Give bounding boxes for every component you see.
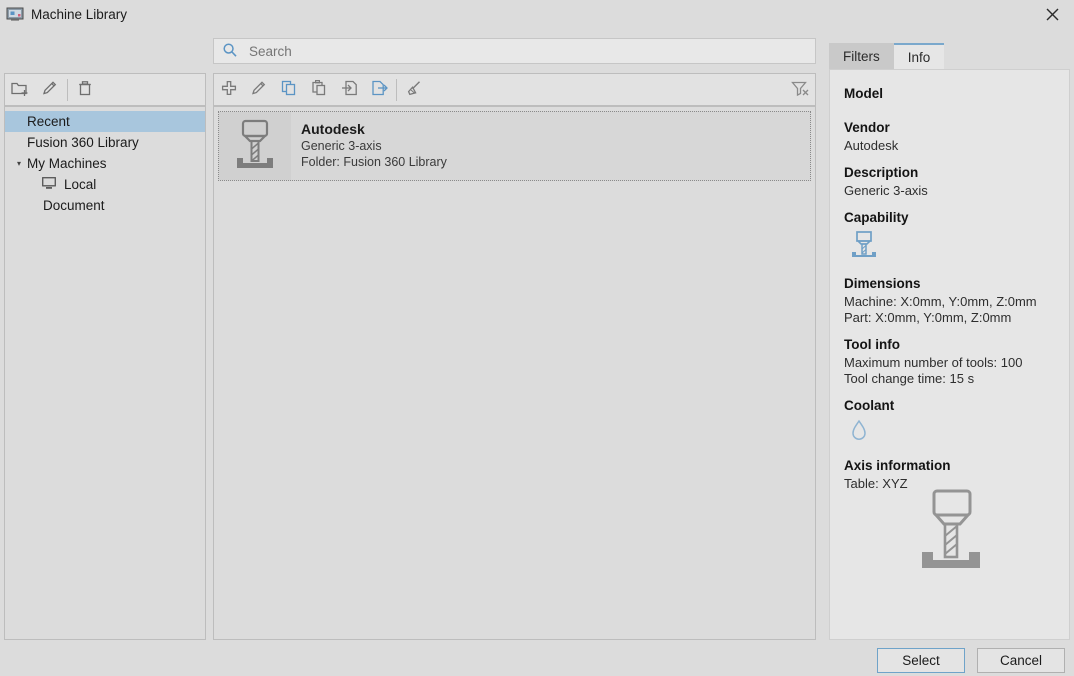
vendor-value: Autodesk <box>844 138 899 153</box>
import-button[interactable] <box>334 74 364 105</box>
broom-icon <box>405 79 424 100</box>
trash-icon <box>76 79 94 100</box>
export-button[interactable] <box>364 74 394 105</box>
sidebar-item-document[interactable]: Document <box>5 195 205 216</box>
filter-clear-icon <box>790 79 810 100</box>
info-panel: Model Vendor Autodesk Description Generi… <box>829 69 1070 640</box>
copy-icon <box>280 79 298 100</box>
tree-item-label: My Machines <box>27 156 107 171</box>
list-item[interactable]: Autodesk Generic 3-axis Folder: Fusion 3… <box>218 111 811 181</box>
coolant-icon-row <box>847 418 1069 447</box>
sidebar-item-local[interactable]: Local <box>5 174 205 195</box>
vendor-heading: Vendor <box>844 120 890 135</box>
sidebar-item-my-machines[interactable]: ▾ My Machines <box>5 153 205 174</box>
library-tree: Recent Fusion 360 Library ▾ My Machines … <box>4 106 206 640</box>
window-title: Machine Library <box>31 6 128 22</box>
paste-icon <box>310 79 328 100</box>
pencil-icon <box>41 79 59 100</box>
sidebar-item-recent[interactable]: Recent <box>5 111 205 132</box>
info-tabs: Filters Info <box>829 42 1070 70</box>
clear-filter-button[interactable] <box>785 74 815 105</box>
import-icon <box>340 79 359 100</box>
plus-icon <box>220 79 238 100</box>
mill-capability-icon <box>847 231 881 265</box>
machine-details: Autodesk Generic 3-axis Folder: Fusion 3… <box>291 112 447 180</box>
delete-button[interactable] <box>70 74 100 105</box>
machine-title: Autodesk <box>301 121 365 137</box>
chevron-down-icon[interactable]: ▾ <box>13 159 25 168</box>
post-process-button[interactable] <box>399 74 429 105</box>
close-icon[interactable] <box>1030 0 1074 28</box>
tab-info[interactable]: Info <box>893 43 945 70</box>
export-icon <box>370 79 389 100</box>
coolant-drop-icon <box>847 419 871 447</box>
coolant-heading: Coolant <box>844 398 895 413</box>
select-button[interactable]: Select <box>877 648 965 673</box>
dimensions-part: Part: X:0mm, Y:0mm, Z:0mm <box>844 310 1012 325</box>
tab-filters[interactable]: Filters <box>829 43 894 70</box>
dimensions-machine: Machine: X:0mm, Y:0mm, Z:0mm <box>844 294 1037 309</box>
title-bar: Machine Library <box>0 0 1074 28</box>
search-icon <box>222 42 238 61</box>
capability-icon-row <box>847 230 1069 265</box>
toolbar-separator <box>396 78 397 101</box>
description-value: Generic 3-axis <box>844 183 928 198</box>
capability-heading: Capability <box>844 210 909 225</box>
paste-button[interactable] <box>304 74 334 105</box>
sidebar-item-fusion-360-library[interactable]: Fusion 360 Library <box>5 132 205 153</box>
tree-item-label: Local <box>64 177 97 192</box>
copy-button[interactable] <box>274 74 304 105</box>
machine-toolbar <box>213 73 816 106</box>
new-folder-icon <box>10 79 30 100</box>
tool-info-heading: Tool info <box>844 337 900 352</box>
mill-machine-icon <box>230 118 280 175</box>
add-machine-button[interactable] <box>214 74 244 105</box>
tree-item-label: Fusion 360 Library <box>27 135 139 150</box>
machine-description: Generic 3-axis <box>301 139 382 153</box>
tool-info-change: Tool change time: 15 s <box>844 371 975 386</box>
new-folder-button[interactable] <box>5 74 35 105</box>
search-bar[interactable] <box>213 38 816 64</box>
axis-heading: Axis information <box>844 458 951 473</box>
cancel-button[interactable]: Cancel <box>977 648 1065 673</box>
description-heading: Description <box>844 165 919 180</box>
dimensions-heading: Dimensions <box>844 276 921 291</box>
machine-folder: Folder: Fusion 360 Library <box>301 155 447 169</box>
mill-machine-preview-icon <box>910 485 992 580</box>
monitor-icon <box>41 176 57 193</box>
machine-list: Autodesk Generic 3-axis Folder: Fusion 3… <box>213 106 816 640</box>
machine-icon <box>6 6 24 22</box>
tool-info-max: Maximum number of tools: 100 <box>844 355 1023 370</box>
pencil-icon <box>250 79 268 100</box>
edit-machine-button[interactable] <box>244 74 274 105</box>
library-toolbar <box>4 73 206 106</box>
model-heading: Model <box>844 86 883 101</box>
tree-item-label: Recent <box>27 114 70 129</box>
machine-thumbnail <box>219 112 291 180</box>
toolbar-separator <box>67 78 68 101</box>
machine-preview <box>830 485 1069 580</box>
edit-button[interactable] <box>35 74 65 105</box>
tree-item-label: Document <box>43 198 105 213</box>
search-input[interactable] <box>247 42 787 60</box>
